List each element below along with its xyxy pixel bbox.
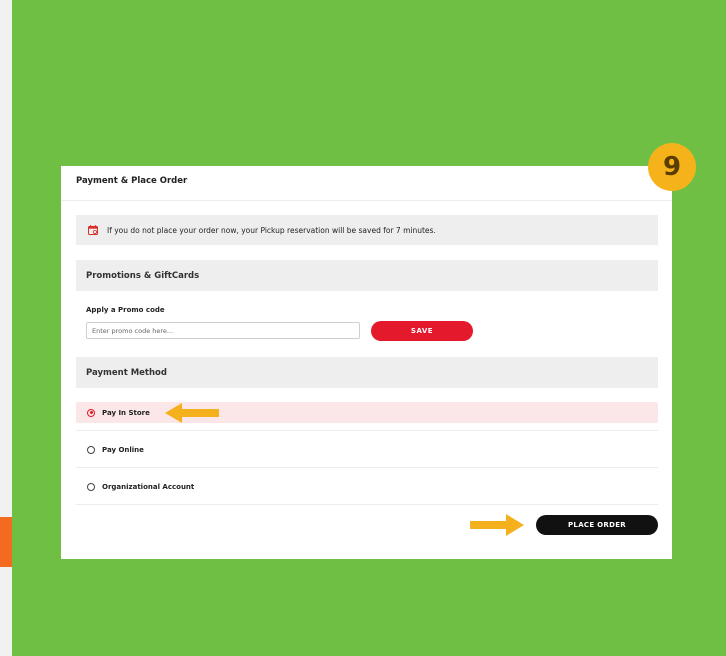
calendar-icon — [88, 225, 98, 235]
option-divider — [76, 467, 658, 468]
notice-text: If you do not place your order now, your… — [107, 225, 436, 235]
payment-option-label: Pay Online — [102, 445, 144, 454]
right-arrow-icon — [470, 514, 524, 536]
payment-option-label: Organizational Account — [102, 482, 195, 491]
payment-method-section-header: Payment Method — [76, 357, 658, 388]
payment-option-pay-in-store[interactable]: Pay In Store — [76, 402, 658, 423]
card-title: Payment & Place Order — [76, 176, 188, 186]
promo-code-label: Apply a Promo code — [86, 306, 165, 314]
radio-selected-icon[interactable] — [87, 408, 95, 417]
payment-method-heading: Payment Method — [86, 367, 167, 378]
option-divider — [76, 430, 658, 431]
payment-option-organizational-account[interactable]: Organizational Account — [76, 476, 658, 497]
save-promo-button[interactable]: SAVE — [371, 321, 473, 341]
step-number-badge: 9 — [648, 143, 696, 191]
payment-card: Payment & Place Order If you do not plac… — [61, 166, 672, 559]
promotions-heading: Promotions & GiftCards — [86, 270, 200, 281]
option-divider — [76, 504, 658, 505]
radio-unselected-icon[interactable] — [87, 482, 95, 491]
reservation-notice: If you do not place your order now, your… — [76, 215, 658, 245]
place-order-button[interactable]: PLACE ORDER — [536, 515, 658, 535]
title-divider — [61, 200, 672, 201]
side-tab — [0, 517, 12, 567]
promotions-section-header: Promotions & GiftCards — [76, 260, 658, 291]
promo-code-input[interactable] — [86, 322, 360, 339]
radio-unselected-icon[interactable] — [87, 445, 95, 454]
left-arrow-icon — [165, 403, 219, 423]
payment-option-label: Pay In Store — [102, 408, 150, 417]
payment-option-pay-online[interactable]: Pay Online — [76, 439, 658, 460]
